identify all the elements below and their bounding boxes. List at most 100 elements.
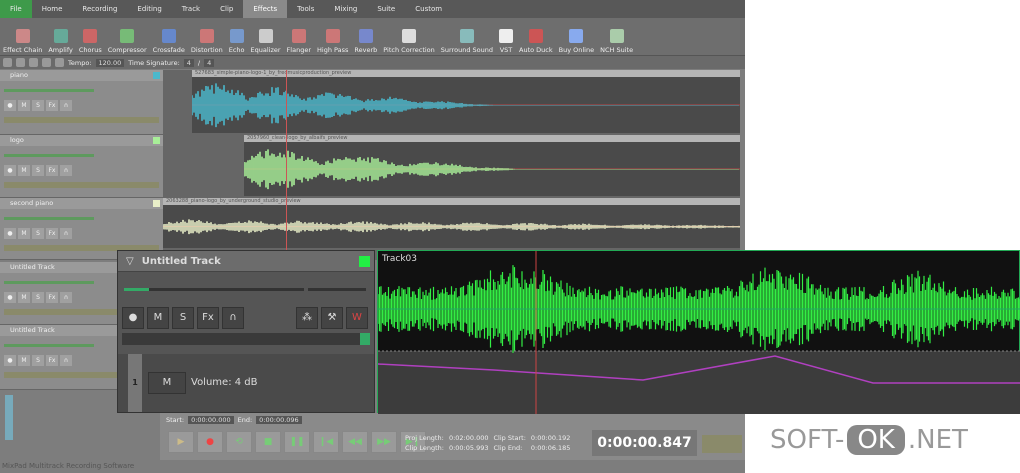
headphones-icon[interactable]: ∩ [60, 228, 72, 239]
ribbon-nch-suite[interactable]: NCH Suite [597, 18, 636, 56]
tab-track[interactable]: Track [172, 0, 210, 18]
record-arm-button[interactable]: ● [122, 307, 144, 329]
tab-recording[interactable]: Recording [72, 0, 127, 18]
download-icon[interactable] [29, 58, 38, 67]
tab-clip[interactable]: Clip [210, 0, 243, 18]
lane-mute-button[interactable]: M [148, 372, 186, 394]
volume-slider[interactable] [4, 217, 94, 220]
mute-button[interactable]: M [147, 307, 169, 329]
ribbon-vst[interactable]: VST [496, 18, 516, 56]
track-name[interactable]: second piano [0, 198, 163, 209]
delete-icon[interactable] [42, 58, 51, 67]
tempo-field[interactable]: 120.00 [96, 59, 125, 67]
solo-button[interactable]: S [32, 228, 44, 239]
headphones-icon[interactable]: ∩ [60, 100, 72, 111]
ribbon-crossfade[interactable]: Crossfade [150, 18, 188, 56]
headphones-icon[interactable]: ∩ [60, 165, 72, 176]
record-arm-button[interactable]: ● [4, 228, 16, 239]
track-color[interactable] [153, 72, 160, 79]
tab-file[interactable]: File [0, 0, 32, 18]
ribbon-surround-sound[interactable]: Surround Sound [438, 18, 496, 56]
volume-slider[interactable] [124, 288, 304, 291]
record-arm-button[interactable]: ● [4, 292, 16, 303]
fx-button[interactable]: Fx [197, 307, 219, 329]
headphones-icon[interactable]: ∩ [222, 307, 244, 329]
fx-button[interactable]: Fx [46, 228, 58, 239]
tab-tools[interactable]: Tools [287, 0, 324, 18]
track-color[interactable] [153, 137, 160, 144]
ribbon-chorus[interactable]: Chorus [76, 18, 105, 56]
mute-button[interactable]: M [18, 292, 30, 303]
fx-button[interactable]: Fx [46, 355, 58, 366]
solo-button[interactable]: S [172, 307, 194, 329]
wrench-icon[interactable]: ⚒ [321, 307, 343, 329]
volume-slider[interactable] [4, 281, 94, 284]
ribbon-effect-chain[interactable]: Effect Chain [0, 18, 45, 56]
ribbon-flanger[interactable]: Flanger [284, 18, 314, 56]
tab-home[interactable]: Home [32, 0, 73, 18]
fx-button[interactable]: Fx [46, 165, 58, 176]
track-name[interactable]: piano [0, 70, 163, 81]
audio-clip[interactable]: 527683_simple-piano-logo-1_by_fredmusicp… [192, 70, 740, 133]
track-name[interactable]: logo [0, 135, 163, 146]
pause-button[interactable]: ❚❚ [284, 431, 310, 453]
solo-button[interactable]: S [32, 355, 44, 366]
ribbon-high-pass[interactable]: High Pass [314, 18, 351, 56]
new-icon[interactable] [3, 58, 12, 67]
fast-forward-button[interactable]: ▶▶ [371, 431, 397, 453]
audio-clip[interactable]: 2063288_piano-logo_by_underground_studio… [163, 198, 740, 248]
pan-slider[interactable] [308, 288, 366, 291]
fx-button[interactable]: Fx [46, 292, 58, 303]
ribbon-echo[interactable]: Echo [226, 18, 248, 56]
track-color[interactable] [359, 256, 370, 267]
track-lane[interactable]: 2057960_clean-logo_by_albaifs_preview [163, 135, 740, 198]
ribbon-buy-online[interactable]: Buy Online [556, 18, 597, 56]
fx-button[interactable]: Fx [46, 100, 58, 111]
record-arm-button[interactable]: ● [4, 165, 16, 176]
ribbon-reverb[interactable]: Reverb [351, 18, 380, 56]
end-field[interactable]: 0:00:00.096 [256, 416, 302, 424]
play-button[interactable]: ▶ [168, 431, 194, 453]
timesig-den[interactable]: 4 [204, 59, 214, 67]
mute-button[interactable]: M [18, 228, 30, 239]
solo-button[interactable]: S [32, 100, 44, 111]
ribbon-equalizer[interactable]: Equalizer [248, 18, 284, 56]
volume-slider[interactable] [4, 344, 94, 347]
mute-button[interactable]: M [18, 165, 30, 176]
record-arm-button[interactable]: ● [4, 100, 16, 111]
ribbon-auto-duck[interactable]: Auto Duck [516, 18, 556, 56]
go-start-button[interactable]: ❙◀ [313, 431, 339, 453]
metronome-icon[interactable] [55, 58, 64, 67]
automation-icon[interactable]: W [346, 307, 368, 329]
tab-mixing[interactable]: Mixing [324, 0, 367, 18]
volume-slider[interactable] [4, 154, 94, 157]
tab-suite[interactable]: Suite [367, 0, 405, 18]
tab-custom[interactable]: Custom [405, 0, 452, 18]
record-arm-button[interactable]: ● [4, 355, 16, 366]
solo-button[interactable]: S [32, 292, 44, 303]
timesig-num[interactable]: 4 [184, 59, 194, 67]
track-color[interactable] [153, 200, 160, 207]
mute-button[interactable]: M [18, 355, 30, 366]
track-lane[interactable]: 527683_simple-piano-logo-1_by_fredmusicp… [163, 70, 740, 135]
track-header[interactable]: logo ● M S Fx ∩ [0, 135, 163, 198]
mute-button[interactable]: M [18, 100, 30, 111]
audio-clip[interactable]: 2057960_clean-logo_by_albaifs_preview [244, 135, 740, 196]
playhead[interactable] [286, 70, 287, 250]
loop-button[interactable]: ⟲ [226, 431, 252, 453]
track-header[interactable]: piano ● M S Fx ∩ [0, 70, 163, 135]
ribbon-pitch-correction[interactable]: Pitch Correction [380, 18, 438, 56]
ribbon-amplify[interactable]: Amplify [45, 18, 76, 56]
headphones-icon[interactable]: ∩ [60, 355, 72, 366]
ribbon-distortion[interactable]: Distortion [188, 18, 226, 56]
waveform-svg[interactable] [378, 251, 1020, 414]
record-icon[interactable] [16, 58, 25, 67]
record-button[interactable]: ● [197, 431, 223, 453]
sends-icon[interactable]: ⁂ [296, 307, 318, 329]
tab-editing[interactable]: Editing [127, 0, 171, 18]
volume-slider[interactable] [4, 89, 94, 92]
stop-button[interactable]: ■ [255, 431, 281, 453]
ribbon-compressor[interactable]: Compressor [105, 18, 150, 56]
tab-effects[interactable]: Effects [243, 0, 287, 18]
rewind-button[interactable]: ◀◀ [342, 431, 368, 453]
